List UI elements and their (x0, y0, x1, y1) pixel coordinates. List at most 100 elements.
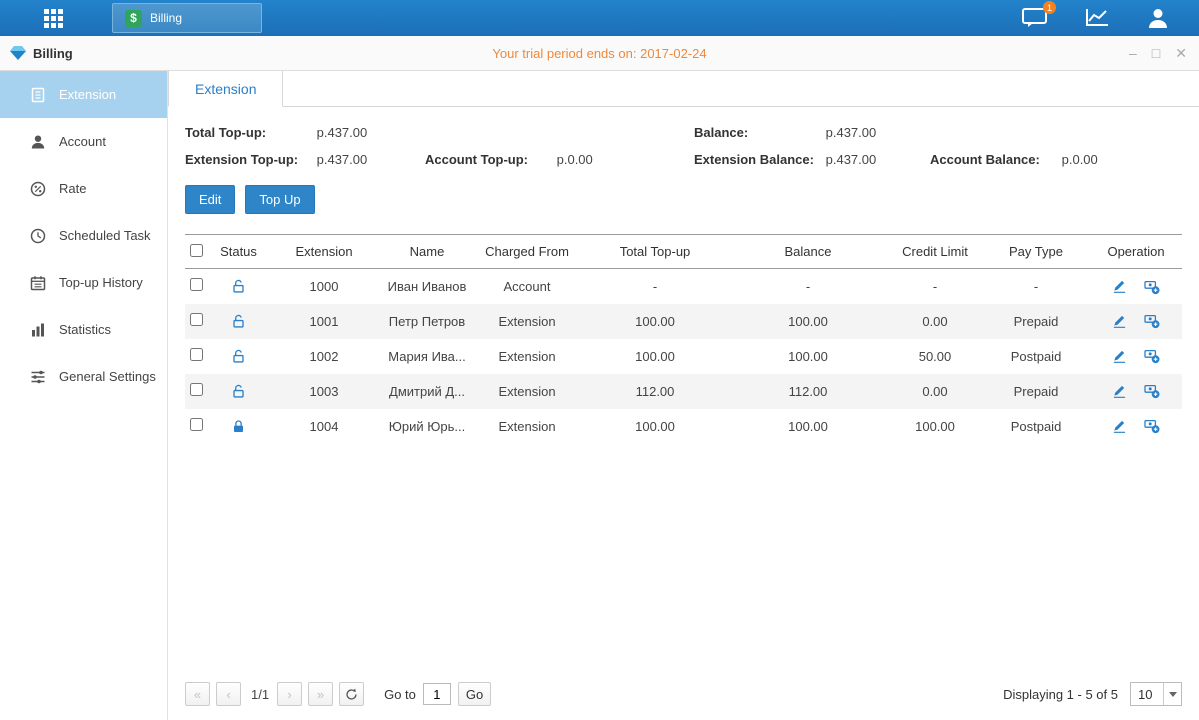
cell-name: Иван Иванов (382, 269, 472, 304)
cell-total-topup: 100.00 (582, 409, 728, 444)
cell-pay-type: - (982, 269, 1090, 304)
total-topup-field: Total Top-up: p.437.00 (185, 125, 425, 140)
edit-button[interactable]: Edit (185, 185, 235, 214)
next-page-button[interactable]: › (277, 682, 302, 706)
action-buttons: Edit Top Up (185, 185, 1182, 214)
top-up-row-icon[interactable] (1144, 383, 1160, 399)
table-row: 1002 Мария Ива... Extension 100.00 100.0… (185, 339, 1182, 374)
apps-grid-icon[interactable] (40, 5, 66, 31)
extension-balance-field: Extension Balance: p.437.00 (694, 152, 930, 167)
cell-charged-from: Extension (472, 374, 582, 409)
cell-balance: 112.00 (728, 374, 888, 409)
window-controls: – □ ✕ (1129, 46, 1187, 60)
taskbar: $ Billing 1 (0, 0, 1199, 36)
tab-bar: Extension (168, 71, 1199, 107)
close-icon[interactable]: ✕ (1175, 46, 1187, 60)
edit-row-icon[interactable] (1112, 419, 1127, 434)
top-up-row-icon[interactable] (1144, 279, 1160, 295)
cell-extension: 1001 (266, 304, 382, 339)
edit-row-icon[interactable] (1112, 279, 1127, 294)
balance-field: Balance: p.437.00 (694, 125, 930, 140)
settings-sliders-icon (30, 369, 46, 385)
trial-notice: Your trial period ends on: 2017-02-24 (492, 46, 706, 61)
apps-grid-glyph (44, 9, 63, 28)
select-all-checkbox[interactable] (190, 244, 203, 257)
account-balance-label: Account Balance: (930, 152, 1058, 167)
billing-diamond-icon (10, 46, 26, 60)
edit-row-icon[interactable] (1112, 384, 1127, 399)
sidebar-item-topup-history[interactable]: Top-up History (0, 259, 167, 306)
main-content: Extension Total Top-up: p.437.00 Balance… (168, 71, 1199, 720)
cell-total-topup: - (582, 269, 728, 304)
window-title-group: Billing (10, 46, 73, 61)
extension-balance-value: p.437.00 (826, 152, 877, 167)
col-pay-type: Pay Type (982, 235, 1090, 269)
maximize-icon[interactable]: □ (1152, 46, 1160, 60)
sidebar-item-extension[interactable]: Extension (0, 71, 167, 118)
sidebar-item-rate[interactable]: Rate (0, 165, 167, 212)
row-checkbox[interactable] (190, 313, 203, 326)
cell-credit-limit: 0.00 (888, 374, 982, 409)
extension-topup-value: p.437.00 (317, 152, 368, 167)
row-checkbox[interactable] (190, 418, 203, 431)
top-up-row-icon[interactable] (1144, 418, 1160, 434)
last-page-button[interactable]: » (308, 682, 333, 706)
row-checkbox[interactable] (190, 348, 203, 361)
top-up-row-icon[interactable] (1144, 313, 1160, 329)
sidebar-item-general-settings[interactable]: General Settings (0, 353, 167, 400)
page-size-select[interactable]: 10 (1130, 682, 1182, 706)
taskbar-right-icons: 1 (1022, 0, 1169, 36)
taskbar-billing-tab[interactable]: $ Billing (112, 3, 262, 33)
cell-extension: 1002 (266, 339, 382, 374)
cell-total-topup: 100.00 (582, 339, 728, 374)
account-topup-label: Account Top-up: (425, 152, 553, 167)
displaying-text: Displaying 1 - 5 of 5 (1003, 687, 1118, 702)
page-size-value: 10 (1131, 687, 1163, 702)
cell-extension: 1004 (266, 409, 382, 444)
cell-credit-limit: 100.00 (888, 409, 982, 444)
edit-row-icon[interactable] (1112, 349, 1127, 364)
cell-balance: - (728, 269, 888, 304)
edit-row-icon[interactable] (1112, 314, 1127, 329)
unlocked-icon (231, 384, 246, 399)
extension-table: Status Extension Name Charged From Total… (185, 234, 1182, 444)
unlocked-icon (231, 314, 246, 329)
prev-page-button[interactable]: ‹ (216, 682, 241, 706)
sidebar-item-account[interactable]: Account (0, 118, 167, 165)
col-operation: Operation (1090, 235, 1182, 269)
first-page-button[interactable]: « (185, 682, 210, 706)
top-up-button[interactable]: Top Up (245, 185, 314, 214)
billing-app-icon: $ (125, 10, 142, 27)
goto-label: Go to (384, 687, 416, 702)
cell-credit-limit: 50.00 (888, 339, 982, 374)
messages-button[interactable]: 1 (1022, 8, 1047, 28)
locked-icon (231, 419, 246, 434)
sidebar-item-statistics[interactable]: Statistics (0, 306, 167, 353)
minimize-icon[interactable]: – (1129, 46, 1137, 60)
col-name: Name (382, 235, 472, 269)
extension-balance-label: Extension Balance: (694, 152, 822, 167)
cell-charged-from: Extension (472, 339, 582, 374)
row-checkbox[interactable] (190, 278, 203, 291)
bar-chart-icon (30, 322, 46, 338)
col-charged-from: Charged From (472, 235, 582, 269)
tab-extension[interactable]: Extension (168, 71, 283, 107)
cell-total-topup: 112.00 (582, 374, 728, 409)
sidebar-item-label: Extension (59, 87, 116, 102)
cell-name: Петр Петров (382, 304, 472, 339)
go-button[interactable]: Go (458, 682, 491, 706)
table-row: 1003 Дмитрий Д... Extension 112.00 112.0… (185, 374, 1182, 409)
balance-value: p.437.00 (826, 125, 877, 140)
account-button[interactable] (1147, 7, 1169, 29)
extension-topup-field: Extension Top-up: p.437.00 (185, 152, 425, 167)
top-up-row-icon[interactable] (1144, 348, 1160, 364)
refresh-button[interactable] (339, 682, 364, 706)
cell-charged-from: Extension (472, 304, 582, 339)
row-checkbox[interactable] (190, 383, 203, 396)
col-balance: Balance (728, 235, 888, 269)
statistics-button[interactable] (1085, 8, 1109, 28)
total-topup-label: Total Top-up: (185, 125, 313, 140)
sidebar-item-scheduled-task[interactable]: Scheduled Task (0, 212, 167, 259)
sidebar-item-label: Account (59, 134, 106, 149)
goto-page-input[interactable] (423, 683, 451, 705)
